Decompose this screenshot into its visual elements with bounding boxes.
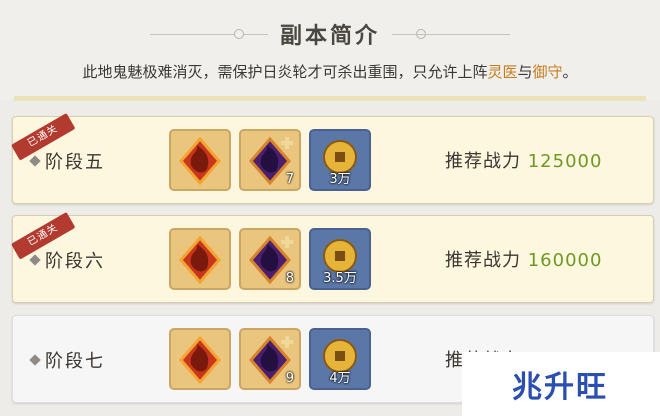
watermark: 兆升旺 bbox=[462, 352, 660, 416]
diamond-bullet-icon bbox=[29, 254, 41, 266]
title-row: 副本简介 bbox=[0, 14, 660, 50]
power-value: 125000 bbox=[527, 151, 603, 172]
red-flame-fragment-icon bbox=[179, 335, 221, 385]
stage-description: 此地鬼魅极难消灭，需保护日炎轮才可杀出重围，只允许上阵灵医与御守。 bbox=[0, 61, 660, 82]
recommended-power: 推荐战力 125000 bbox=[445, 147, 602, 173]
power-label: 推荐战力 bbox=[445, 250, 521, 271]
red-flame-fragment-icon bbox=[179, 235, 221, 285]
header-divider bbox=[14, 96, 646, 101]
class-guardian-label: 御守 bbox=[532, 63, 563, 81]
watermark-text: 兆升旺 bbox=[512, 370, 608, 405]
stage-row-6[interactable]: 已通关 阶段六 8 3.5万 推荐战力 160000 bbox=[11, 212, 654, 303]
reward-gold-coin[interactable]: 3.5万 bbox=[309, 228, 371, 290]
stage-name: 阶段六 bbox=[45, 251, 105, 272]
reward-red-flame-fragment[interactable] bbox=[169, 228, 231, 290]
desc-end: 。 bbox=[562, 63, 578, 81]
reward-qty: 7 bbox=[285, 172, 294, 187]
diamond-bullet-icon bbox=[29, 354, 41, 366]
reward-red-flame-fragment[interactable] bbox=[169, 129, 231, 191]
stage-row-5[interactable]: 已通关 阶段五 7 3万 推荐战力 125000 bbox=[11, 113, 654, 204]
reward-purple-flame-fragment[interactable]: 7 bbox=[239, 129, 301, 191]
reward-qty: 3万 bbox=[329, 172, 351, 187]
red-flame-fragment-icon bbox=[179, 136, 221, 186]
diamond-bullet-icon bbox=[29, 155, 41, 167]
class-healer-label: 灵医 bbox=[487, 63, 518, 81]
stage-name: 阶段五 bbox=[45, 152, 105, 173]
reward-gold-coin[interactable]: 4万 bbox=[309, 328, 371, 390]
stage-intro-header: 副本简介 此地鬼魅极难消灭，需保护日炎轮才可杀出重围，只允许上阵灵医与御守。 bbox=[0, 0, 660, 101]
desc-text: 此地鬼魅极难消灭，需保护日炎轮才可杀出重围，只允许上阵 bbox=[82, 63, 488, 81]
reward-red-flame-fragment[interactable] bbox=[169, 328, 231, 390]
reward-qty: 3.5万 bbox=[323, 271, 357, 286]
page-title: 副本简介 bbox=[279, 24, 380, 49]
reward-purple-flame-fragment[interactable]: 9 bbox=[239, 328, 301, 390]
title-divider-right bbox=[392, 34, 510, 35]
power-label: 推荐战力 bbox=[445, 151, 521, 172]
reward-purple-flame-fragment[interactable]: 8 bbox=[239, 228, 301, 290]
power-value: 160000 bbox=[527, 250, 603, 271]
reward-qty: 9 bbox=[285, 371, 294, 386]
reward-qty: 4万 bbox=[329, 371, 351, 386]
desc-conj: 与 bbox=[517, 63, 533, 81]
stage-name: 阶段七 bbox=[45, 351, 105, 372]
recommended-power: 推荐战力 160000 bbox=[445, 246, 602, 272]
reward-gold-coin[interactable]: 3万 bbox=[309, 129, 371, 191]
reward-qty: 8 bbox=[285, 271, 294, 286]
